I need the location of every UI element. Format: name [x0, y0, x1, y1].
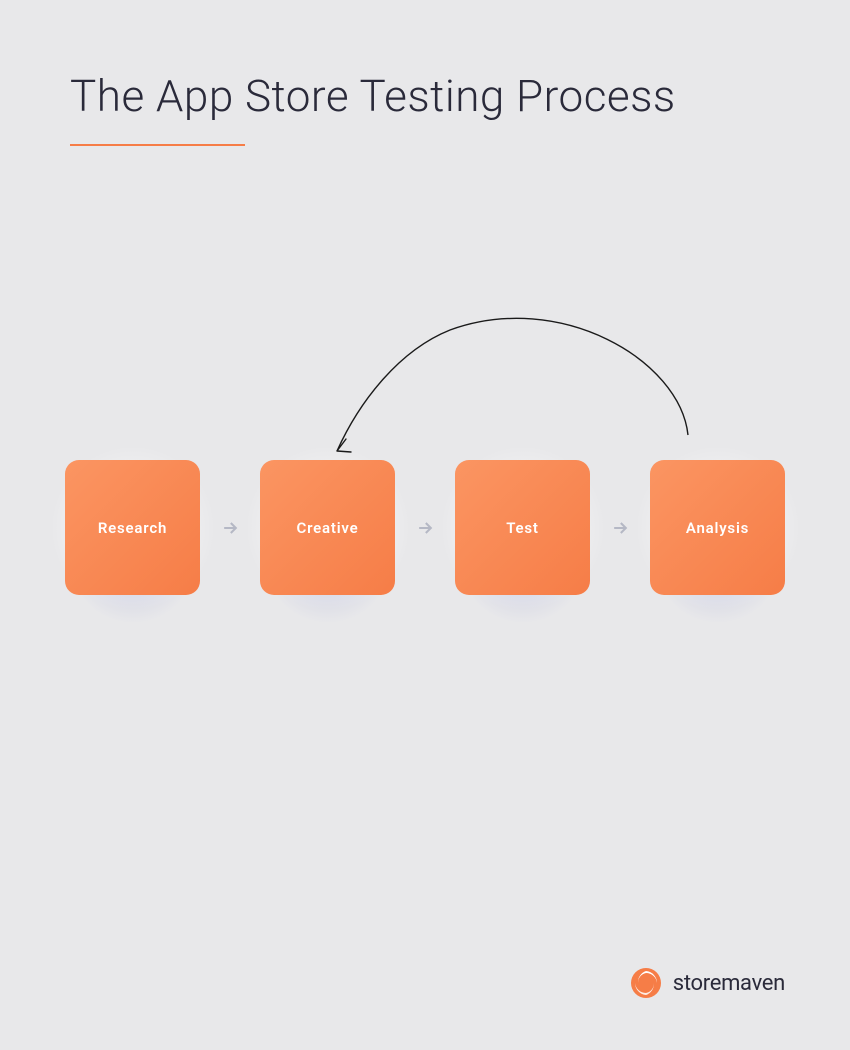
step-research: Research	[65, 460, 200, 595]
step-box-test: Test	[455, 460, 590, 595]
step-box-analysis: Analysis	[650, 460, 785, 595]
storemaven-logo-icon	[629, 966, 663, 1000]
brand-logo: storemaven	[629, 966, 785, 1000]
brand-name: storemaven	[673, 971, 785, 996]
step-box-creative: Creative	[260, 460, 395, 595]
step-analysis: Analysis	[650, 460, 785, 595]
step-creative: Creative	[260, 460, 395, 595]
step-label: Analysis	[686, 519, 749, 537]
step-label: Test	[506, 519, 539, 537]
step-label: Creative	[296, 519, 358, 537]
step-test: Test	[455, 460, 590, 595]
process-flow: Research Creative Test Analys	[0, 460, 850, 595]
feedback-loop-arrow	[310, 300, 700, 480]
step-box-research: Research	[65, 460, 200, 595]
step-label: Research	[98, 519, 167, 537]
title-underline	[70, 144, 245, 146]
page-title: The App Store Testing Process	[70, 70, 850, 122]
header: The App Store Testing Process	[0, 0, 850, 146]
